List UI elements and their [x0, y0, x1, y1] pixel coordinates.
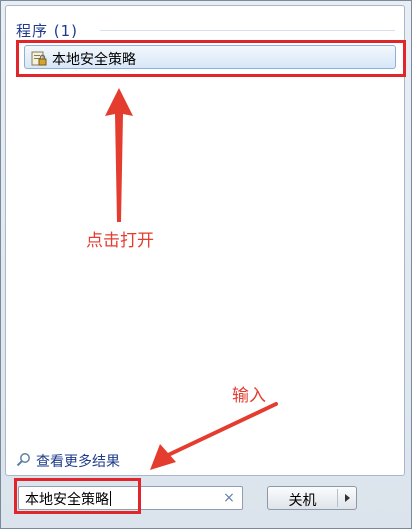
section-divider — [100, 30, 395, 31]
triangle-right-icon[interactable] — [340, 491, 354, 505]
clear-search-icon[interactable]: × — [222, 490, 236, 506]
click-to-open-annotation: 点击打开 — [86, 231, 154, 251]
search-icon — [16, 453, 30, 467]
arrow-diagonal-icon — [150, 402, 278, 470]
see-more-results-label: 查看更多结果 — [36, 454, 120, 470]
result-highlight-box — [16, 40, 406, 77]
shutdown-label: 关机 — [288, 493, 317, 509]
arrow-up-icon — [105, 88, 133, 222]
programs-section-header: 程序 (1) — [16, 22, 79, 40]
shutdown-button[interactable]: 关机 — [267, 486, 357, 510]
search-highlight-box — [14, 478, 141, 514]
shutdown-separator — [337, 489, 338, 507]
